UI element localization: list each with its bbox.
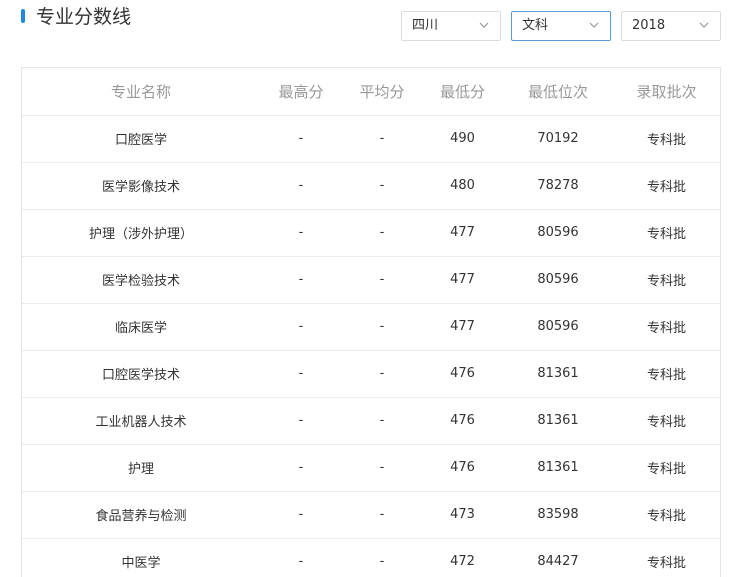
cell-avg-score: - — [342, 397, 422, 445]
cell-batch: 专科批 — [613, 115, 720, 163]
cell-avg-score: - — [342, 491, 422, 539]
cell-avg-score: - — [342, 444, 422, 492]
column-header-batch: 录取批次 — [613, 68, 720, 116]
table-row: 口腔医学技术 - -476 81361 专科批 — [22, 350, 720, 398]
cell-min-rank: 80596 — [503, 303, 613, 351]
cell-max-score: - — [260, 444, 342, 492]
province-select[interactable]: 四川 — [401, 11, 501, 41]
year-select-value: 2018 — [632, 18, 666, 33]
table-row: 食品营养与检测 - -473 83598 专科批 — [22, 491, 720, 539]
cell-major: 食品营养与检测 — [22, 491, 260, 539]
chevron-down-icon — [698, 19, 710, 31]
cell-max-score: - — [260, 209, 342, 257]
cell-min-rank: 70192 — [503, 115, 613, 163]
cell-min-score: 490 — [422, 115, 503, 163]
cell-avg-score: - — [342, 303, 422, 351]
cell-min-score: 476 — [422, 397, 503, 445]
cell-avg-score: - — [342, 256, 422, 304]
cell-major: 口腔医学技术 — [22, 350, 260, 398]
cell-major: 医学检验技术 — [22, 256, 260, 304]
cell-max-score: - — [260, 256, 342, 304]
title-accent-bar — [21, 9, 25, 23]
cell-major: 临床医学 — [22, 303, 260, 351]
cell-min-rank: 83598 — [503, 491, 613, 539]
column-header-major: 专业名称 — [22, 68, 260, 116]
cell-batch: 专科批 — [613, 209, 720, 257]
column-header-avg-score: 平均分 — [342, 68, 422, 116]
cell-min-rank: 80596 — [503, 256, 613, 304]
cell-major: 口腔医学 — [22, 115, 260, 163]
column-header-max-score: 最高分 — [260, 68, 342, 116]
cell-avg-score: - — [342, 162, 422, 210]
cell-major: 护理（涉外护理） — [22, 209, 260, 257]
column-header-min-score: 最低分 — [422, 68, 503, 116]
cell-max-score: - — [260, 115, 342, 163]
cell-min-score: 477 — [422, 256, 503, 304]
subject-select-value: 文科 — [522, 18, 549, 33]
cell-avg-score: - — [342, 115, 422, 163]
cell-avg-score: - — [342, 538, 422, 577]
cell-major: 医学影像技术 — [22, 162, 260, 210]
chevron-down-icon — [588, 19, 600, 31]
cell-major: 护理 — [22, 444, 260, 492]
cell-min-score: 472 — [422, 538, 503, 577]
table-row: 工业机器人技术 - -476 81361 专科批 — [22, 397, 720, 445]
cell-max-score: - — [260, 162, 342, 210]
cell-min-score: 477 — [422, 209, 503, 257]
cell-batch: 专科批 — [613, 397, 720, 445]
score-table: 专业名称 最高分 平均分 最低分 最低位次 录取批次 口腔医学 - -490 7019… — [22, 68, 720, 577]
cell-min-score: 476 — [422, 350, 503, 398]
table-row: 医学检验技术 - -477 80596 专科批 — [22, 256, 720, 304]
cell-min-rank: 81361 — [503, 444, 613, 492]
cell-avg-score: - — [342, 209, 422, 257]
province-select-value: 四川 — [412, 18, 439, 33]
cell-batch: 专科批 — [613, 350, 720, 398]
header: 专业分数线 四川 文科 2018 — [0, 0, 734, 60]
cell-min-score: 480 — [422, 162, 503, 210]
year-select[interactable]: 2018 — [621, 11, 721, 41]
cell-min-rank: 80596 — [503, 209, 613, 257]
table-row: 中医学 - -472 84427 专科批 — [22, 538, 720, 577]
table-row: 护理 - -476 81361 专科批 — [22, 444, 720, 492]
subject-select[interactable]: 文科 — [511, 11, 611, 41]
table-row: 临床医学 - -477 80596 专科批 — [22, 303, 720, 351]
cell-max-score: - — [260, 350, 342, 398]
cell-min-rank: 81361 — [503, 397, 613, 445]
cell-avg-score: - — [342, 350, 422, 398]
cell-max-score: - — [260, 491, 342, 539]
cell-major: 工业机器人技术 — [22, 397, 260, 445]
cell-batch: 专科批 — [613, 538, 720, 577]
cell-batch: 专科批 — [613, 256, 720, 304]
cell-major: 中医学 — [22, 538, 260, 577]
chevron-down-icon — [478, 19, 490, 31]
score-table-container: 专业名称 最高分 平均分 最低分 最低位次 录取批次 口腔医学 - -490 7019… — [21, 67, 721, 577]
table-header-row: 专业名称 最高分 平均分 最低分 最低位次 录取批次 — [22, 68, 720, 116]
table-row: 医学影像技术 - -480 78278 专科批 — [22, 162, 720, 210]
cell-batch: 专科批 — [613, 303, 720, 351]
table-row: 护理（涉外护理） - -477 80596 专科批 — [22, 209, 720, 257]
cell-max-score: - — [260, 538, 342, 577]
cell-min-rank: 81361 — [503, 350, 613, 398]
cell-batch: 专科批 — [613, 162, 720, 210]
cell-max-score: - — [260, 397, 342, 445]
column-header-min-rank: 最低位次 — [503, 68, 613, 116]
cell-min-score: 476 — [422, 444, 503, 492]
cell-max-score: - — [260, 303, 342, 351]
cell-min-rank: 78278 — [503, 162, 613, 210]
cell-min-rank: 84427 — [503, 538, 613, 577]
cell-batch: 专科批 — [613, 444, 720, 492]
cell-min-score: 477 — [422, 303, 503, 351]
cell-batch: 专科批 — [613, 491, 720, 539]
cell-min-score: 473 — [422, 491, 503, 539]
table-row: 口腔医学 - -490 70192 专科批 — [22, 115, 720, 163]
page-title: 专业分数线 — [36, 6, 132, 28]
